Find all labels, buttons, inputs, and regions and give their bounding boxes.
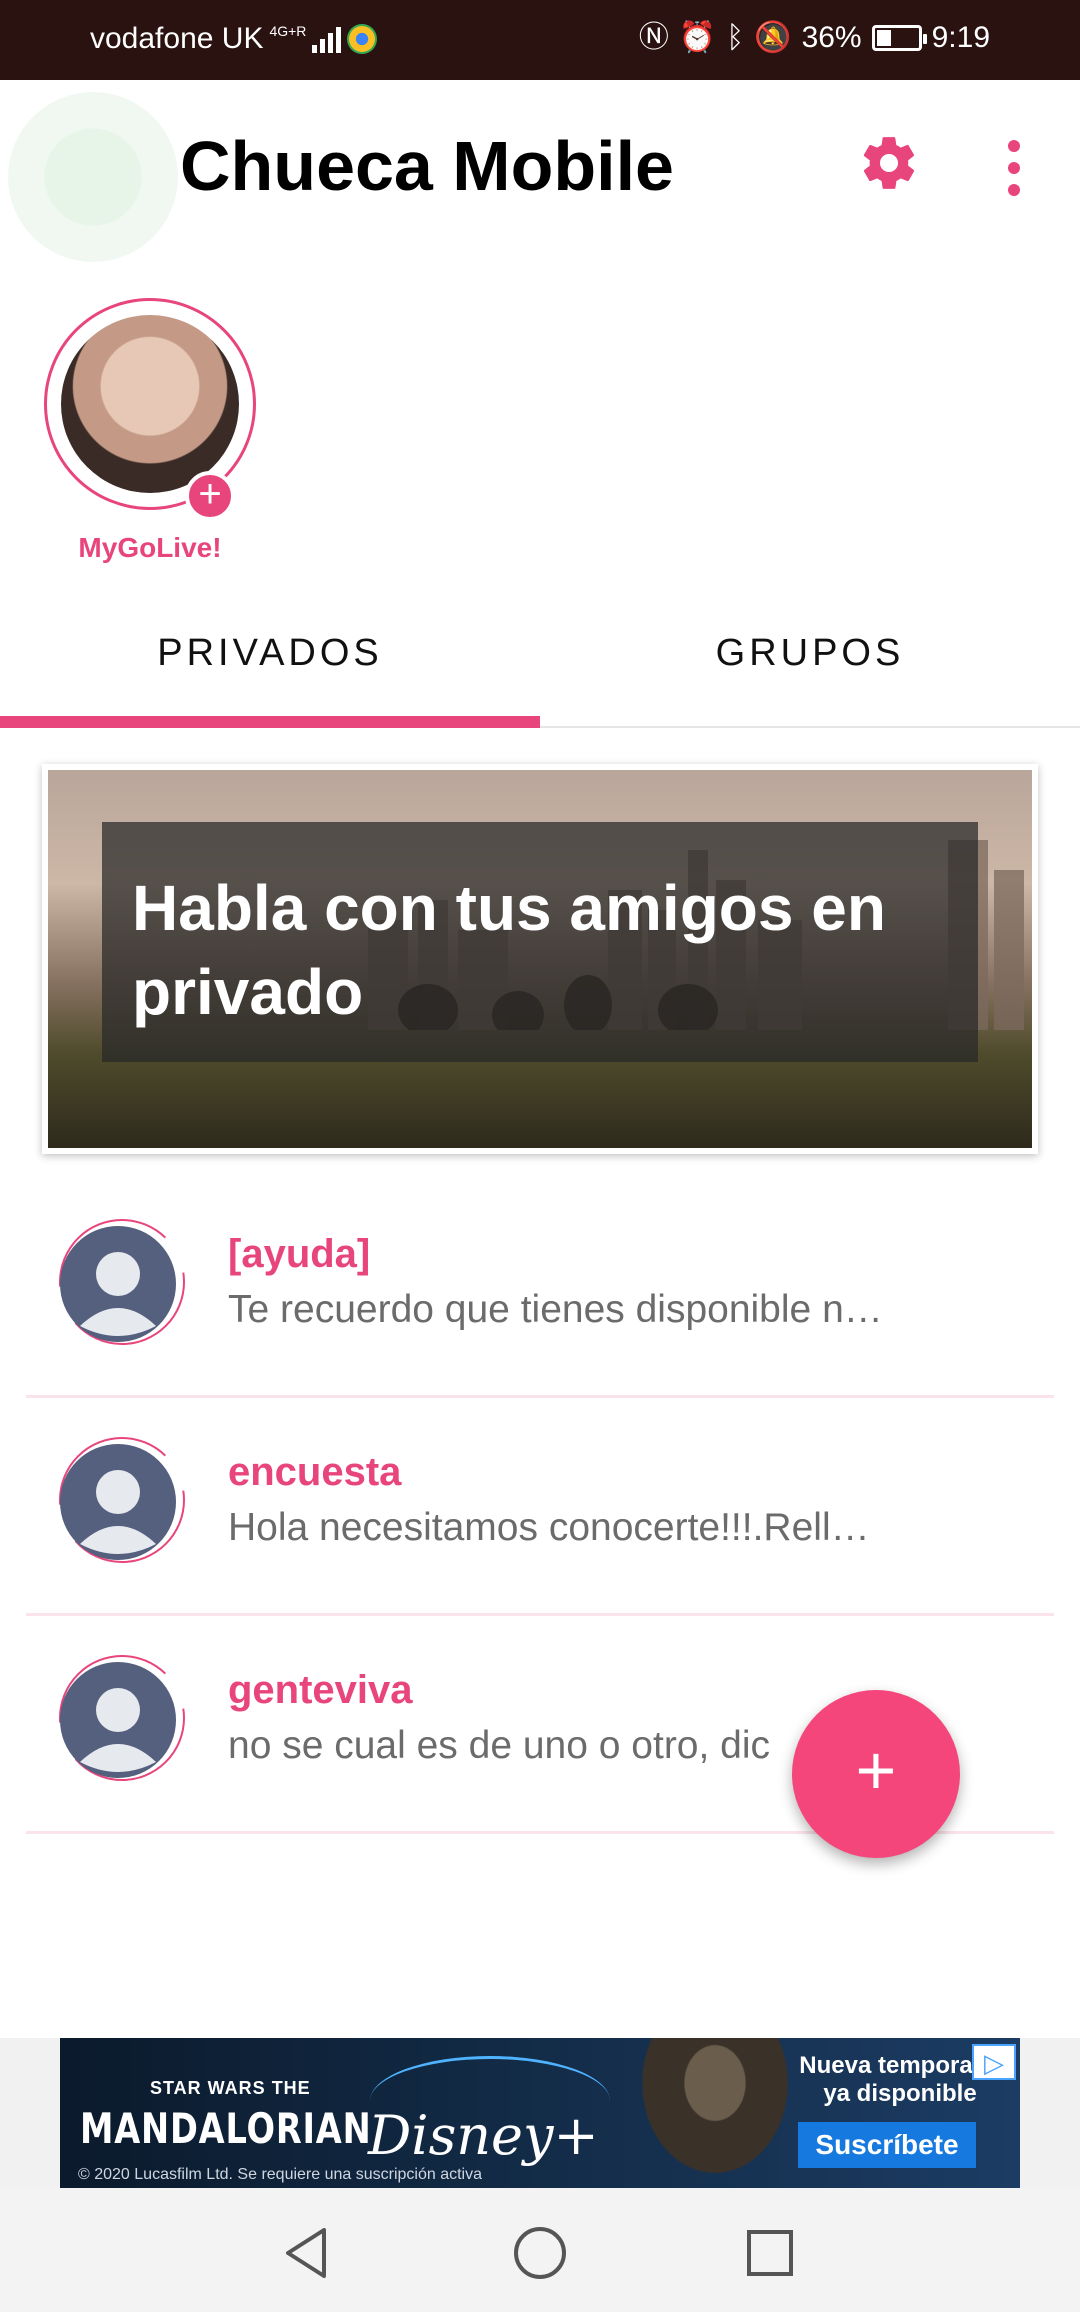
status-bar: vodafone UK 4G+R Ⓝ ⏰ ᛒ 🔕 36% 9:19 — [0, 0, 1080, 80]
tab-indicator — [0, 716, 540, 728]
signal-icon — [312, 25, 342, 53]
story-item[interactable]: + MyGoLive! — [44, 298, 256, 564]
banner-overlay: Habla con tus amigos en privado — [102, 822, 978, 1062]
battery-percent: 36% — [801, 21, 862, 54]
list-item[interactable]: encuesta Hola necesitamos conocerte!!!.R… — [26, 1398, 1054, 1616]
user-avatar-icon — [59, 1219, 185, 1345]
ad-brand: Disney+ — [368, 2104, 599, 2167]
overflow-menu-icon[interactable] — [1000, 140, 1028, 196]
story-label: MyGoLive! — [78, 532, 222, 563]
ad-title: MANDALORIAN — [80, 2104, 372, 2153]
user-avatar-icon — [59, 1655, 185, 1781]
ad-copyright: © 2020 Lucasfilm Ltd. Se requiere una su… — [78, 2166, 483, 2183]
ad-area: STAR WARS THE MANDALORIAN Disney+ Nueva … — [0, 2038, 1080, 2188]
list-item[interactable]: [ayuda] Te recuerdo que tienes disponibl… — [26, 1180, 1054, 1398]
tab-privados[interactable]: PRIVADOS — [0, 580, 540, 726]
alarm-icon: ⏰ — [678, 21, 717, 54]
tab-grupos[interactable]: GRUPOS — [540, 580, 1080, 726]
bell-off-icon: 🔕 — [754, 21, 792, 54]
new-chat-button[interactable]: + — [792, 1690, 960, 1858]
ad-choices-icon[interactable]: ▷ — [972, 2044, 1016, 2080]
ad-banner[interactable]: STAR WARS THE MANDALORIAN Disney+ Nueva … — [60, 2038, 1020, 2188]
status-right: Ⓝ ⏰ ᛒ 🔕 36% 9:19 — [639, 20, 990, 56]
gear-icon[interactable] — [858, 132, 920, 194]
battery-icon — [871, 25, 927, 51]
app-title: Chueca Mobile — [180, 127, 674, 205]
conversation-preview: Te recuerdo que tienes disponible n… — [228, 1288, 883, 1331]
network-type-label: 4G+R — [269, 23, 307, 39]
bluetooth-icon: ᛒ — [726, 21, 745, 54]
promo-banner[interactable]: Habla con tus amigos en privado — [42, 764, 1038, 1154]
conversation-name: [ayuda] — [228, 1232, 371, 1276]
banner-image: Habla con tus amigos en privado — [48, 770, 1032, 1148]
chrome-icon — [347, 24, 378, 54]
ad-star-wars-label: STAR WARS THE — [150, 2078, 311, 2098]
recents-icon[interactable] — [735, 2218, 805, 2288]
nav-ripple[interactable] — [8, 92, 178, 262]
tab-bar: PRIVADOS GRUPOS — [0, 580, 1080, 728]
system-nav-bar — [0, 2188, 1080, 2312]
nfc-icon: Ⓝ — [638, 21, 669, 54]
user-avatar-icon — [59, 1437, 185, 1563]
ad-subscribe-button[interactable]: Suscríbete — [798, 2122, 976, 2168]
carrier-label: vodafone UK — [90, 22, 264, 55]
app-bar: Chueca Mobile — [0, 80, 1080, 262]
home-icon[interactable] — [505, 2218, 575, 2288]
status-left: vodafone UK 4G+R — [90, 22, 378, 56]
ad-character-image — [630, 2038, 800, 2188]
conversation-name: encuesta — [228, 1450, 402, 1494]
clock: 9:19 — [931, 21, 990, 54]
story-ring[interactable]: + — [44, 298, 256, 521]
back-icon[interactable] — [272, 2218, 342, 2288]
story-avatar — [61, 315, 239, 493]
banner-text: Habla con tus amigos en privado — [132, 872, 886, 1028]
conversation-preview: Hola necesitamos conocerte!!!.Rell… — [228, 1506, 870, 1549]
conversation-name: genteviva — [228, 1668, 413, 1712]
add-story-icon[interactable]: + — [185, 471, 235, 521]
